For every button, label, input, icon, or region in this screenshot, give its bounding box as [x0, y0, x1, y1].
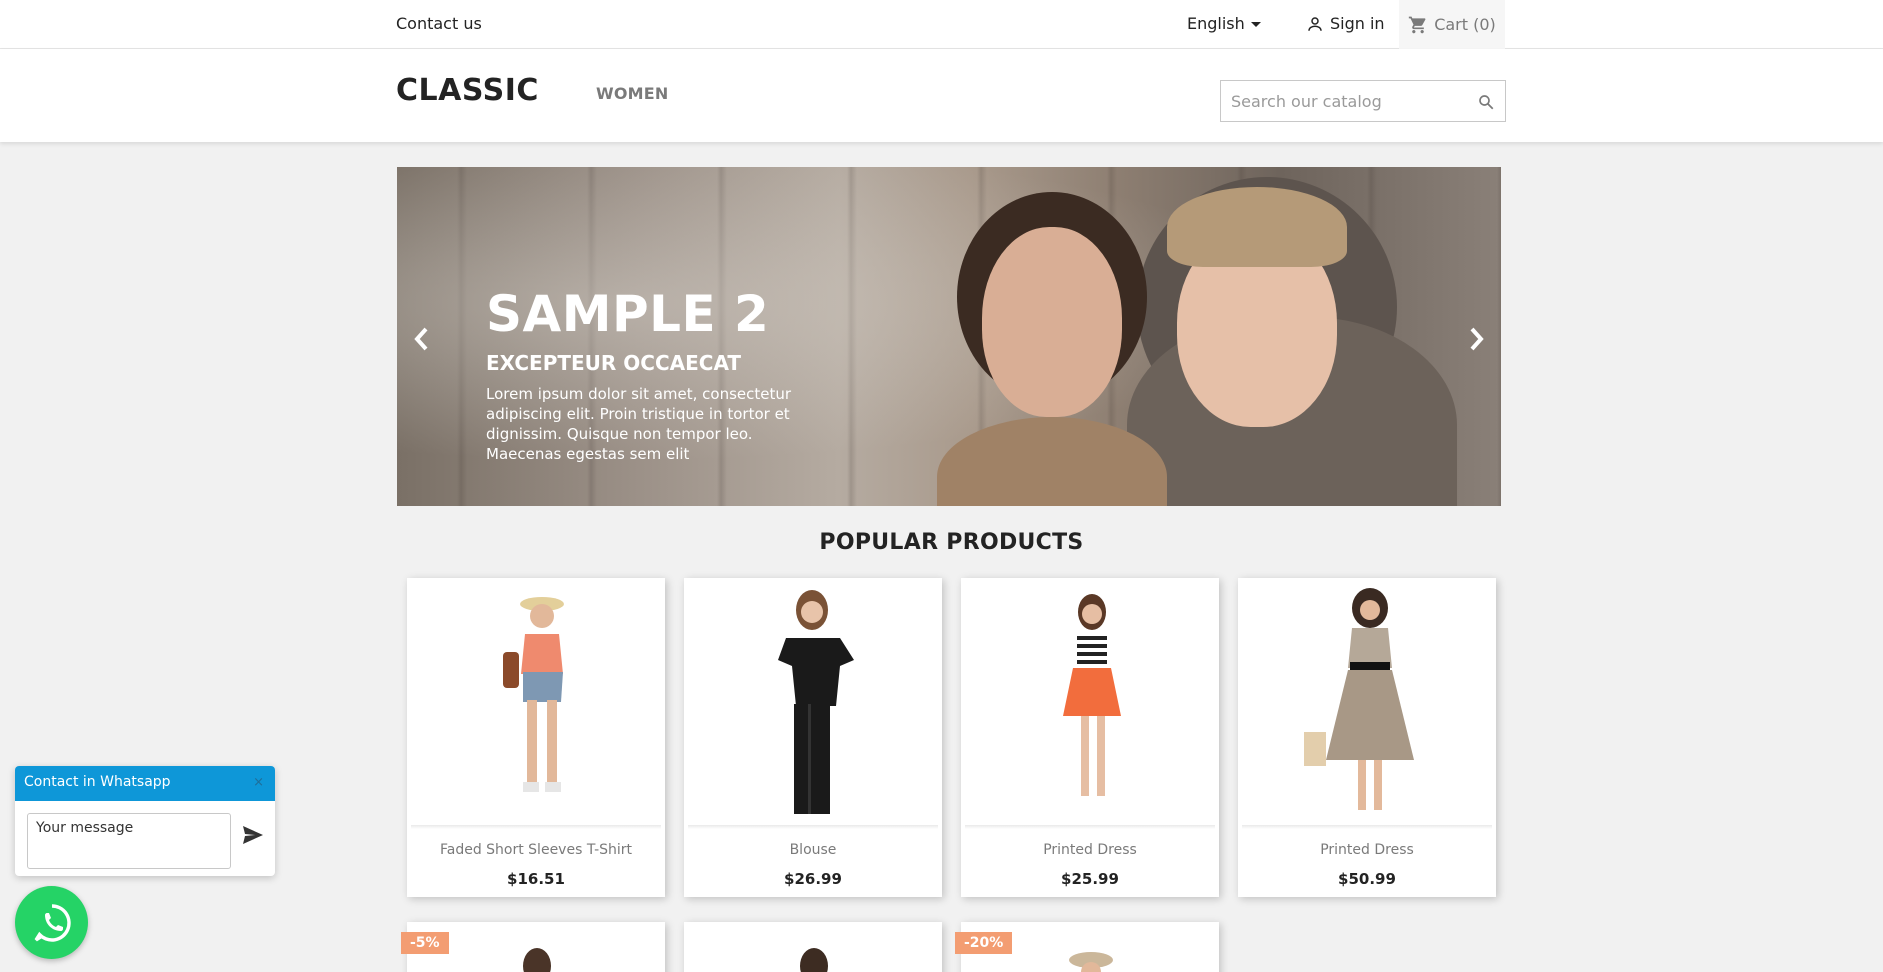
product-image[interactable]: [1061, 938, 1121, 972]
product-name[interactable]: Printed Dress: [961, 842, 1219, 858]
product-image[interactable]: [784, 938, 844, 972]
search-box: [1220, 80, 1506, 122]
send-icon[interactable]: [241, 824, 265, 846]
top-nav: Contact us English Sign in Cart (0): [0, 0, 1883, 49]
product-price: $25.99: [1061, 870, 1119, 888]
hero-slider: SAMPLE 2 EXCEPTEUR OCCAECAT Lorem ipsum …: [397, 167, 1501, 506]
language-selector[interactable]: English: [1187, 14, 1261, 33]
product-name[interactable]: Faded Short Sleeves T-Shirt: [407, 842, 665, 858]
product-card[interactable]: -20%: [955, 922, 1219, 972]
slide-description: Lorem ipsum dolor sit amet, consectetur …: [486, 385, 792, 463]
store-logo[interactable]: CLASSIC: [396, 73, 539, 108]
person-icon: [1308, 16, 1322, 31]
whatsapp-message-input[interactable]: Your message: [27, 813, 231, 869]
whatsapp-header: Contact in Whatsapp ×: [15, 766, 275, 801]
whatsapp-button[interactable]: [15, 886, 88, 959]
product-price: $26.99: [784, 870, 842, 888]
language-label: English: [1187, 14, 1245, 33]
discount-badge: -5%: [401, 932, 449, 954]
whatsapp-icon: [34, 903, 71, 942]
product-price: $50.99: [1338, 870, 1396, 888]
sign-in-link[interactable]: Sign in: [1306, 14, 1385, 33]
chevron-right-icon[interactable]: [1465, 325, 1487, 360]
product-image[interactable]: [507, 938, 567, 972]
product-card[interactable]: Blouse $26.99: [684, 578, 942, 897]
close-icon[interactable]: ×: [253, 775, 264, 790]
product-card[interactable]: Printed Dress $25.99: [961, 578, 1219, 897]
search-input[interactable]: [1221, 91, 1461, 111]
chevron-left-icon[interactable]: [411, 325, 433, 360]
product-card[interactable]: -5%: [401, 922, 665, 972]
product-image[interactable]: [1242, 582, 1492, 827]
sign-in-label: Sign in: [1330, 14, 1385, 33]
product-name[interactable]: Printed Dress: [1238, 842, 1496, 858]
slide-image-model-1: [982, 227, 1122, 417]
product-card[interactable]: [684, 922, 942, 972]
contact-us-link[interactable]: Contact us: [396, 14, 482, 33]
section-title: POPULAR PRODUCTS: [819, 530, 1084, 555]
discount-badge: -20%: [955, 932, 1013, 954]
product-image[interactable]: [411, 582, 661, 827]
product-image[interactable]: [965, 582, 1215, 827]
caret-down-icon: [1250, 22, 1261, 27]
whatsapp-title: Contact in Whatsapp: [24, 774, 171, 790]
cart-icon: [1409, 16, 1426, 33]
search-icon[interactable]: [1477, 93, 1495, 111]
whatsapp-chat-box: Contact in Whatsapp × Your message: [15, 766, 275, 876]
product-price: $16.51: [507, 870, 565, 888]
slide-title: SAMPLE 2: [486, 285, 770, 343]
product-name[interactable]: Blouse: [684, 842, 942, 858]
slide-subtitle: EXCEPTEUR OCCAECAT: [486, 351, 742, 375]
main-header: CLASSIC WOMEN: [0, 49, 1883, 142]
product-card[interactable]: Printed Dress $50.99: [1238, 578, 1496, 897]
cart-label: Cart (0): [1434, 15, 1496, 34]
cart-button[interactable]: Cart (0): [1399, 0, 1505, 49]
product-card[interactable]: Faded Short Sleeves T-Shirt $16.51: [407, 578, 665, 897]
product-image[interactable]: [688, 582, 938, 827]
menu-item-women[interactable]: WOMEN: [596, 84, 669, 103]
